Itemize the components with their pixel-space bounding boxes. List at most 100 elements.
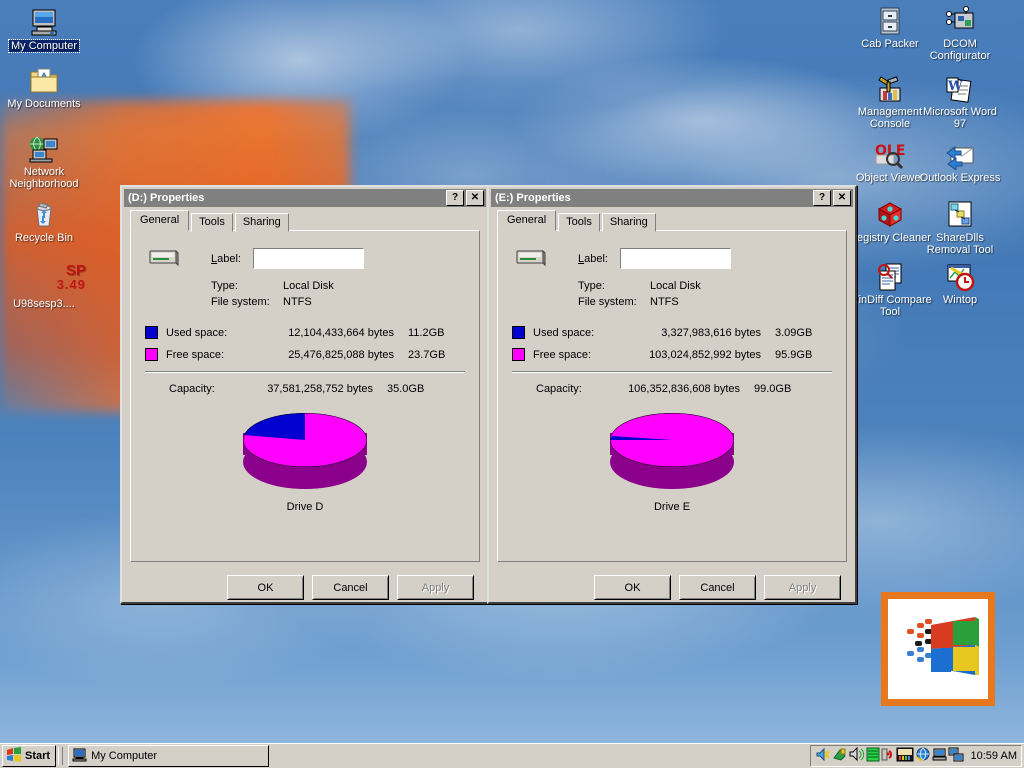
capacity-gb: 35.0GB — [387, 383, 425, 395]
volume-label-input[interactable] — [619, 248, 731, 269]
my-computer-icon — [2, 4, 86, 38]
titlebar[interactable]: (D:) Properties ? ✕ — [124, 189, 486, 207]
used-space-gb: 3.09GB — [775, 326, 813, 339]
desktop-icon-outlook-express[interactable]: Outlook Express — [918, 136, 1002, 184]
desktop-icon-label: U98sesp3.... — [13, 298, 75, 310]
recycle-bin-icon — [2, 196, 86, 230]
modem-icon[interactable] — [881, 747, 895, 765]
label-field-caption: Label: — [578, 252, 608, 265]
tab-strip[interactable]: General Tools Sharing — [122, 210, 488, 232]
apply-button: Apply — [397, 575, 474, 600]
sound-mixer-icon[interactable] — [896, 747, 914, 765]
filesystem-caption: File system: — [211, 296, 270, 308]
free-space-bytes: 103,024,852,992 bytes — [649, 348, 761, 361]
volume-label-input[interactable] — [252, 248, 364, 269]
desktop-icon-label: Network Neighborhood — [9, 166, 79, 190]
desktop-icon-wintop[interactable]: Wintop — [918, 258, 1002, 306]
used-space-caption: Used space: — [166, 326, 228, 339]
desktop-icon-recycle-bin[interactable]: Recycle Bin — [2, 196, 86, 244]
hard-disk-icon — [149, 247, 179, 270]
used-space-swatch — [512, 326, 525, 339]
hard-disk-icon — [516, 247, 546, 270]
used-space-bytes: 3,327,983,616 bytes — [661, 326, 761, 339]
taskbar-clock[interactable]: 10:59 AM — [965, 750, 1017, 762]
my-computer-icon — [72, 748, 87, 765]
general-tab-page: Label: Type: Local Disk File system: NTF… — [497, 230, 847, 562]
desktop-icon-label: My Computer — [7, 39, 81, 53]
apply-button: Apply — [764, 575, 841, 600]
capacity-gb: 99.0GB — [754, 383, 792, 395]
tab-tools[interactable]: Tools — [558, 213, 600, 232]
taskbar[interactable]: Start My Computer 10:59 AM — [0, 743, 1024, 768]
tab-strip[interactable]: General Tools Sharing — [489, 210, 855, 232]
battery-icon[interactable] — [866, 747, 880, 765]
pie-caption: Drive D — [286, 501, 324, 513]
button-row: OK Cancel Apply — [489, 575, 841, 600]
used-space-swatch — [145, 326, 158, 339]
desktop-icon-dcom-configurator[interactable]: DCOM Configurator — [918, 2, 1002, 62]
used-space-gb: 11.2GB — [408, 326, 445, 339]
tab-sharing[interactable]: Sharing — [601, 213, 656, 232]
desktop-icon-label: My Documents — [7, 98, 81, 110]
pie-caption: Drive E — [653, 501, 691, 513]
taskbar-grip[interactable] — [58, 747, 64, 765]
capacity-bytes: 106,352,836,608 bytes — [628, 383, 740, 395]
windows-logo-tile[interactable] — [881, 592, 995, 706]
close-icon[interactable]: ✕ — [466, 190, 484, 206]
free-space-caption: Free space: — [166, 348, 225, 361]
windows-flag-icon — [6, 747, 22, 765]
desktop-icon-label: ShareDlls Removal Tool — [926, 232, 994, 256]
divider — [512, 371, 832, 373]
speaker-icon[interactable] — [849, 746, 865, 765]
ok-button[interactable]: OK — [594, 575, 671, 600]
titlebar[interactable]: (E:) Properties ? ✕ — [491, 189, 853, 207]
desktop-icon-service-pack[interactable]: SP 3.49 U98sesp3.... — [2, 258, 86, 311]
desktop-icon-sharedlls-removal[interactable]: ShareDlls Removal Tool — [918, 196, 1002, 256]
desktop-icon-microsoft-word[interactable]: W Microsoft Word 97 — [918, 70, 1002, 130]
close-icon[interactable]: ✕ — [833, 190, 851, 206]
filesystem-value: NTFS — [283, 296, 312, 308]
tab-sharing[interactable]: Sharing — [234, 213, 289, 232]
tab-tools[interactable]: Tools — [191, 213, 233, 232]
disk-usage-pie-chart-e: Drive E — [498, 413, 846, 513]
system-tray[interactable]: 10:59 AM — [809, 745, 1022, 767]
windows-flag-icon — [888, 599, 988, 699]
desktop-icon-label: Outlook Express — [919, 172, 1001, 184]
desktop-icon-my-computer[interactable]: My Computer — [2, 4, 86, 53]
type-value: Local Disk — [650, 280, 701, 292]
start-button[interactable]: Start — [2, 745, 57, 767]
cancel-button[interactable]: Cancel — [679, 575, 756, 600]
service-pack-badge-top: SP — [65, 261, 86, 279]
desktop-icon-label: DCOM Configurator — [929, 38, 991, 62]
desktop-icon-network-neighborhood[interactable]: Network Neighborhood — [2, 130, 86, 190]
ok-button[interactable]: OK — [227, 575, 304, 600]
tab-general[interactable]: General — [130, 210, 190, 231]
drive-d-properties-window[interactable]: (D:) Properties ? ✕ General Tools Sharin… — [120, 185, 490, 604]
display-icon[interactable] — [832, 747, 848, 765]
disk-usage-pie-chart-d: Drive D — [131, 413, 479, 513]
help-button[interactable]: ? — [446, 190, 464, 206]
capacity-caption: Capacity: — [169, 383, 215, 395]
desktop-icon-my-documents[interactable]: My Documents — [2, 62, 86, 110]
desktop-icon-label: Wintop — [942, 294, 978, 306]
tab-general[interactable]: General — [497, 210, 557, 231]
divider — [145, 371, 465, 373]
general-tab-page: Label: Type: Local Disk File system: NTF… — [130, 230, 480, 562]
filesystem-caption: File system: — [578, 296, 637, 308]
taskbar-button-my-computer[interactable]: My Computer — [68, 745, 270, 767]
help-button[interactable]: ? — [813, 190, 831, 206]
cancel-button[interactable]: Cancel — [312, 575, 389, 600]
used-space-caption: Used space: — [533, 326, 595, 339]
type-value: Local Disk — [283, 280, 334, 292]
volume-icon[interactable] — [815, 747, 831, 765]
drive-e-properties-window[interactable]: (E:) Properties ? ✕ General Tools Sharin… — [487, 185, 857, 604]
free-space-gb: 95.9GB — [775, 348, 813, 361]
scanner-icon[interactable] — [932, 747, 947, 765]
taskbar-button-label: My Computer — [91, 750, 158, 762]
filesystem-value: NTFS — [650, 296, 679, 308]
capacity-bytes: 37,581,258,752 bytes — [267, 383, 373, 395]
network-icon[interactable] — [948, 747, 964, 765]
dcom-configurator-icon — [918, 2, 1002, 36]
outlook-express-icon — [918, 136, 1002, 170]
internet-icon[interactable] — [914, 747, 931, 765]
